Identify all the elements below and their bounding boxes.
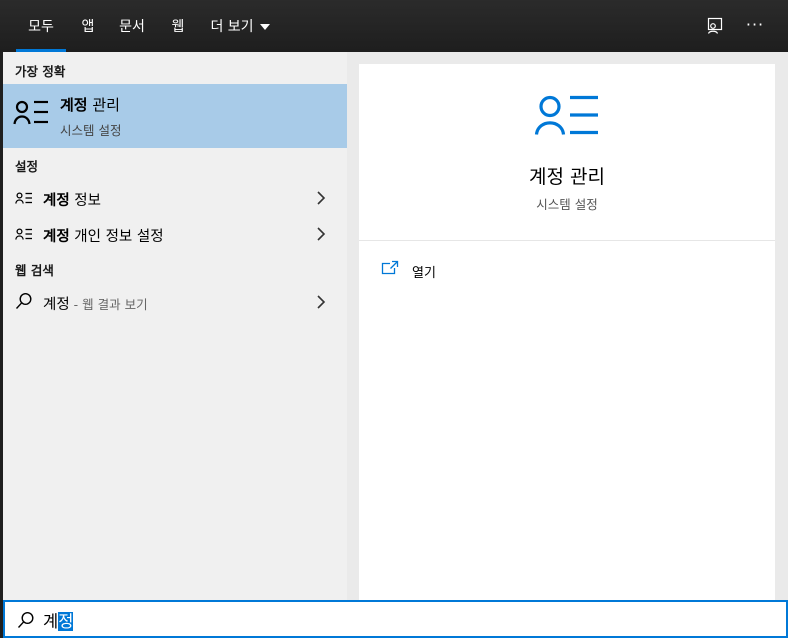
tab-apps[interactable]: 앱 <box>74 0 102 52</box>
search-text: 계 <box>43 612 59 631</box>
settings-item-account-privacy[interactable]: 계정 개인 정보 설정 <box>3 217 347 251</box>
preview-title: 계정 관리 <box>529 166 605 188</box>
more-options-glyph: ··· <box>745 14 765 34</box>
chevron-right-icon[interactable] <box>316 295 326 309</box>
settings-item-label: 계정 정보 <box>43 189 101 210</box>
rest-text: 개인 정보 설정 <box>69 229 164 245</box>
tab-all[interactable]: 모두 <box>16 0 66 52</box>
open-action[interactable]: 열기 <box>381 260 501 282</box>
web-search-label: 계정 - 웹 결과 보기 <box>43 293 148 314</box>
results-list: 가장 정확 계정 관리 시스템 설정 설정 계정 정보 계정 개인 정보 설정 … <box>3 52 347 600</box>
account-icon <box>534 95 598 135</box>
account-icon <box>13 100 48 125</box>
tab-web-label: 웹 <box>171 19 185 35</box>
web-search-item[interactable]: 계정 - 웹 결과 보기 <box>3 285 347 319</box>
search-box[interactable]: 계정 <box>3 600 788 638</box>
search-text-selection: 정 <box>58 612 74 631</box>
best-match-item[interactable]: 계정 관리 시스템 설정 <box>3 84 347 148</box>
web-search-term: 계정 <box>43 297 70 313</box>
web-results-suffix: - 웹 결과 보기 <box>69 297 148 312</box>
preview-divider <box>359 240 775 241</box>
tab-apps-label: 앱 <box>81 19 95 35</box>
best-match-title: 계정 관리 <box>60 94 120 115</box>
open-window-icon <box>381 260 399 275</box>
preview-pane: 계정 관리 시스템 설정 열기 <box>359 64 775 600</box>
settings-item-label: 계정 개인 정보 설정 <box>43 225 164 246</box>
chevron-down-icon <box>259 24 270 30</box>
search-icon <box>15 292 32 309</box>
tab-more-label: 더 보기 <box>210 19 254 35</box>
feedback-icon[interactable] <box>700 12 728 40</box>
account-icon <box>15 228 32 240</box>
more-options-icon[interactable]: ··· <box>741 10 769 38</box>
account-icon <box>15 192 32 204</box>
settings-heading: 설정 <box>15 159 39 174</box>
tab-documents[interactable]: 문서 <box>114 0 150 52</box>
title-match-text: 계정 <box>60 96 88 114</box>
best-match-heading: 가장 정확 <box>15 64 66 79</box>
title-rest-text: 관리 <box>87 96 120 114</box>
match-text: 계정 <box>43 193 70 209</box>
open-action-label: 열기 <box>412 266 436 281</box>
tab-more-dropdown[interactable]: 더 보기 <box>206 0 274 52</box>
chevron-right-icon[interactable] <box>316 191 326 205</box>
tab-documents-label: 문서 <box>119 19 145 35</box>
tab-all-label: 모두 <box>28 19 54 35</box>
chevron-right-icon[interactable] <box>316 227 326 241</box>
rest-text: 정보 <box>69 193 101 209</box>
filter-tab-bar: 모두 앱 문서 웹 더 보기 ··· <box>0 0 788 52</box>
settings-item-account-info[interactable]: 계정 정보 <box>3 181 347 215</box>
preview-subtitle: 시스템 설정 <box>536 197 598 212</box>
web-search-heading: 웹 검색 <box>15 263 54 278</box>
search-input[interactable]: 계정 <box>43 608 74 632</box>
tab-web[interactable]: 웹 <box>166 0 190 52</box>
best-match-subtitle: 시스템 설정 <box>60 123 122 138</box>
match-text: 계정 <box>43 229 70 245</box>
search-icon <box>17 611 34 628</box>
